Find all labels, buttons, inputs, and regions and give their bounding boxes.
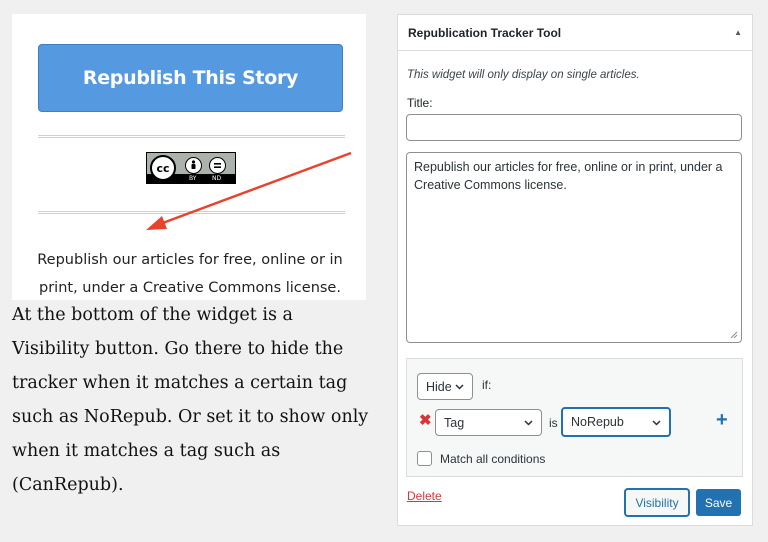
condition-value: NoRepub xyxy=(571,415,624,429)
chevron-down-icon xyxy=(524,420,533,426)
save-button[interactable]: Save xyxy=(696,489,741,516)
widget-header[interactable]: Republication Tracker Tool ▲ xyxy=(398,15,752,51)
match-all-checkbox[interactable] xyxy=(417,451,432,466)
collapse-caret-icon[interactable]: ▲ xyxy=(734,28,742,37)
republication-widget-panel: Republication Tracker Tool ▲ This widget… xyxy=(397,14,753,526)
title-label: Title: xyxy=(407,96,433,110)
is-label: is xyxy=(549,416,558,430)
description-textarea[interactable]: Republish our articles for free, online … xyxy=(406,152,742,343)
condition-type-select[interactable]: Tag xyxy=(435,409,542,436)
condition-value-select[interactable]: NoRepub xyxy=(561,407,671,437)
add-condition-icon[interactable]: + xyxy=(716,410,728,430)
action-select[interactable]: Hide xyxy=(417,373,473,400)
visibility-conditions-box: Hide if: ✖ Tag is NoRepub + Match all co… xyxy=(406,358,743,477)
condition-type-value: Tag xyxy=(444,415,465,430)
match-all-label: Match all conditions xyxy=(440,452,546,466)
chevron-down-icon xyxy=(455,384,464,390)
if-label: if: xyxy=(482,378,492,392)
chevron-down-icon xyxy=(652,420,661,426)
widget-title: Republication Tracker Tool xyxy=(408,25,562,40)
visibility-button[interactable]: Visibility xyxy=(625,489,689,516)
widget-note: This widget will only display on single … xyxy=(407,69,640,81)
title-input[interactable] xyxy=(406,114,742,141)
action-select-value: Hide xyxy=(426,379,452,394)
remove-condition-icon[interactable]: ✖ xyxy=(419,413,432,429)
explanation-text: At the bottom of the widget is a Visibil… xyxy=(12,305,369,495)
resize-handle-icon[interactable] xyxy=(730,331,738,339)
description-text: Republish our articles for free, online … xyxy=(414,160,723,192)
delete-link[interactable]: Delete xyxy=(407,489,442,503)
